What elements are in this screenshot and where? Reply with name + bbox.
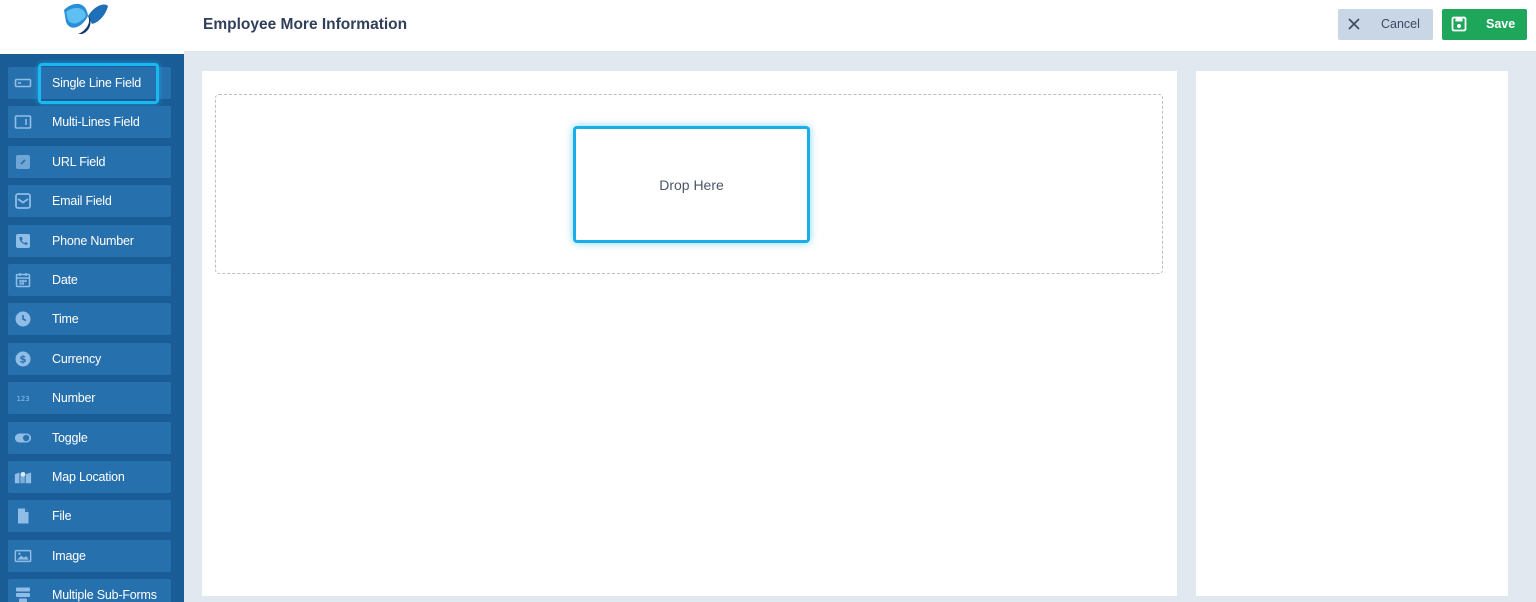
link-icon [4,146,42,178]
svg-text:$: $ [20,354,27,365]
drop-target[interactable]: Drop Here [573,126,810,243]
sidebar-item-label: Multi-Lines Field [52,115,140,130]
sidebar-item-map-location[interactable]: Map Location [8,460,171,493]
sidebar-item-label: Single Line Field [52,76,142,90]
single-line-field-icon [4,67,42,99]
sidebar-item-single-line-field[interactable]: Single Line Field [8,63,171,104]
sub-forms-icon [4,579,42,602]
field-type-list: Single Line Field Multi-Lines Field URL … [0,63,184,602]
multi-lines-field-icon [4,106,42,138]
dollar-icon: $ [4,343,42,375]
sidebar-item-label: Email Field [52,194,112,209]
sidebar-item-label: Phone Number [52,233,134,248]
sidebar-item-phone-number[interactable]: Phone Number [8,224,171,257]
form-canvas: Drop Here [202,71,1177,596]
sidebar-item-date[interactable]: Date [8,263,171,296]
cancel-button-label: Cancel [1381,17,1420,31]
sidebar-item-time[interactable]: Time [8,303,171,336]
file-icon [4,500,42,532]
calendar-icon [4,264,42,296]
drop-zone[interactable]: Drop Here [215,94,1163,274]
sidebar-item-label: Map Location [52,469,125,484]
sidebar-item-image[interactable]: Image [8,539,171,572]
image-icon [4,540,42,572]
field-properties-panel [1196,71,1508,596]
clock-icon [4,303,42,335]
save-button-label: Save [1486,17,1516,31]
sidebar-item-label: URL Field [52,154,106,169]
map-icon [4,461,42,493]
sidebar-item-number[interactable]: 123 Number [8,382,171,415]
toggle-icon [4,422,42,454]
cancel-button[interactable]: Cancel [1338,9,1433,40]
sidebar-item-label: Time [52,312,79,327]
save-icon [1451,16,1467,32]
phone-icon [4,225,42,257]
sidebar-item-label: Currency [52,351,102,366]
sidebar-item-label: Date [52,272,78,287]
field-palette-sidebar: Single Line Field Multi-Lines Field URL … [0,0,184,602]
sidebar-item-url-field[interactable]: URL Field [8,145,171,178]
sidebar-item-label: Multiple Sub-Forms [52,588,157,602]
close-icon [1348,18,1360,30]
sidebar-item-label: Toggle [52,430,88,445]
save-button[interactable]: Save [1442,9,1527,40]
sidebar-item-multiple-sub-forms[interactable]: Multiple Sub-Forms [8,579,171,602]
logo-area [0,0,184,54]
page-header: Employee More Information Cancel Save [184,0,1536,52]
sidebar-item-currency[interactable]: $ Currency [8,342,171,375]
sidebar-item-email-field[interactable]: Email Field [8,185,171,218]
sidebar-item-file[interactable]: File [8,500,171,533]
svg-text:123: 123 [16,394,29,403]
sidebar-item-multi-lines-field[interactable]: Multi-Lines Field [8,106,171,139]
sidebar-item-label: Image [52,548,86,563]
number-icon: 123 [4,382,42,414]
page-title: Employee More Information [203,16,408,33]
drop-target-label: Drop Here [659,176,724,193]
sidebar-item-label: Number [52,391,96,406]
butterfly-logo-icon [64,3,108,34]
sidebar-item-label: File [52,509,72,524]
email-icon [4,185,42,217]
form-builder-app: Single Line Field Multi-Lines Field URL … [0,0,1536,602]
sidebar-item-toggle[interactable]: Toggle [8,421,171,454]
